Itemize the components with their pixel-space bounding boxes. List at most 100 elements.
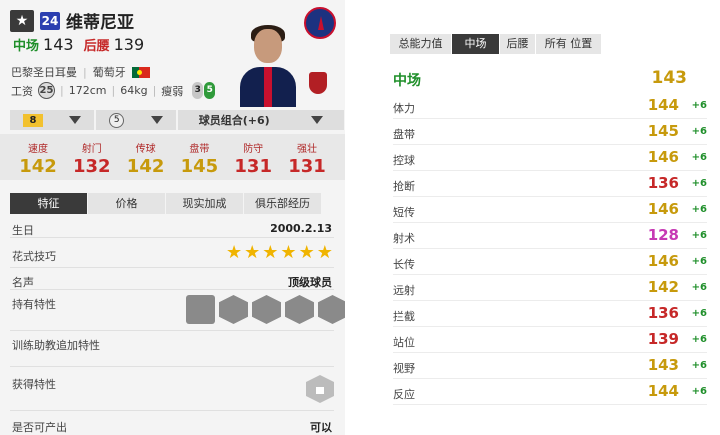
trait-flair-icon[interactable] bbox=[186, 295, 215, 324]
attribute-row: 抢断 136 +6 bbox=[393, 171, 707, 197]
attribute-value: 128 bbox=[647, 226, 679, 244]
combo-dropdown[interactable]: 球员组合(+6) bbox=[178, 110, 344, 130]
attribute-name: 拦截 bbox=[393, 310, 415, 323]
skill-moves-label: 花式技巧 bbox=[12, 250, 56, 263]
divider bbox=[10, 289, 334, 290]
attribute-value: 145 bbox=[647, 122, 679, 140]
favorite-star-icon[interactable]: ★ bbox=[10, 9, 34, 32]
attribute-row: 视野 143 +6 bbox=[393, 353, 707, 379]
attribute-bonus: +6 bbox=[691, 386, 707, 397]
combo-label: 球员组合(+6) bbox=[198, 114, 270, 127]
attribute-bonus: +6 bbox=[691, 308, 707, 319]
team-level-badge: 5 bbox=[109, 112, 125, 128]
attribute-value: 146 bbox=[647, 252, 679, 270]
level-dropdown[interactable]: 8 bbox=[10, 110, 94, 130]
attribute-value: 143 bbox=[647, 356, 679, 374]
stat-value: 145 bbox=[180, 156, 219, 177]
chevron-down-icon bbox=[150, 116, 163, 124]
attribute-bonus: +6 bbox=[691, 230, 707, 241]
attribute-row: 体力 144 +6 bbox=[393, 93, 707, 119]
trait-ball-icon[interactable] bbox=[318, 295, 347, 324]
position-ratings: 中场 143 后腰 139 bbox=[13, 35, 150, 54]
attribute-name: 远射 bbox=[393, 284, 415, 297]
stat-item: 射门 132 bbox=[68, 134, 116, 180]
attribute-row: 长传 146 +6 bbox=[393, 249, 707, 275]
stat-item: 盘带 145 bbox=[175, 134, 223, 180]
tab-price[interactable]: 价格 bbox=[88, 193, 166, 214]
tab-club-history[interactable]: 俱乐部经历 bbox=[244, 193, 322, 214]
stat-item: 防守 131 bbox=[229, 134, 277, 180]
detail-tabs: 特征 价格 现实加成 俱乐部经历 bbox=[10, 193, 322, 214]
attributes-panel: 总能力值 中场 后腰 所有 位置 中场 143 体力 144 +6 盘带 145 +6 控球… bbox=[345, 0, 720, 435]
trait-dribbler-icon[interactable] bbox=[252, 295, 281, 324]
position-tabs: 总能力值 中场 后腰 所有 位置 bbox=[390, 34, 602, 54]
stat-item: 强壮 131 bbox=[283, 134, 331, 180]
attribute-name: 控球 bbox=[393, 154, 415, 167]
stat-label: 防守 bbox=[243, 144, 264, 155]
attribute-name: 抢断 bbox=[393, 180, 415, 193]
physical-info-row: 工资 25 | 172cm | 64kg | 瘦弱 3 5 bbox=[11, 82, 216, 99]
tab-all-positions[interactable]: 所有 位置 bbox=[536, 34, 602, 54]
producible-label: 是否可产出 bbox=[12, 421, 67, 434]
salary-label: 工资 bbox=[11, 84, 33, 98]
stat-value: 131 bbox=[234, 156, 272, 177]
attribute-bonus: +6 bbox=[691, 152, 707, 163]
body-type: 瘦弱 bbox=[161, 84, 184, 98]
training-traits-label: 训练助教追加特性 bbox=[12, 339, 100, 352]
tab-midfield[interactable]: 中场 bbox=[452, 34, 500, 54]
stat-label: 速度 bbox=[28, 144, 48, 155]
attribute-value: 139 bbox=[647, 330, 679, 348]
tab-real-bonus[interactable]: 现实加成 bbox=[166, 193, 244, 214]
player-header: ★ 24 维蒂尼亚 bbox=[10, 8, 134, 33]
attribute-value: 146 bbox=[647, 148, 679, 166]
attribute-name: 站位 bbox=[393, 336, 415, 349]
club-nation-row: 巴黎圣日耳曼 | 葡萄牙 bbox=[11, 64, 150, 80]
divider: | bbox=[60, 84, 64, 97]
tab-dm[interactable]: 后腰 bbox=[500, 34, 536, 54]
star-icon: ★ bbox=[244, 242, 261, 263]
attribute-row: 拦截 136 +6 bbox=[393, 301, 707, 327]
attribute-bonus: +6 bbox=[691, 100, 707, 111]
nationality: 葡萄牙 bbox=[92, 66, 126, 79]
trait-playmaker-icon[interactable] bbox=[219, 295, 248, 324]
divider: | bbox=[83, 65, 87, 79]
player-photo bbox=[236, 23, 300, 107]
position-summary: 中场 143 bbox=[393, 68, 689, 90]
alt-position-label: 后腰 bbox=[83, 39, 110, 54]
fame-label: 名声 bbox=[12, 276, 34, 289]
stat-label: 强壮 bbox=[296, 144, 317, 155]
foot-rating: 3 5 bbox=[192, 82, 216, 99]
tab-traits[interactable]: 特征 bbox=[10, 193, 88, 214]
player-name: 维蒂尼亚 bbox=[66, 13, 134, 33]
player-info-panel: ★ 24 维蒂尼亚 中场 143 后腰 139 巴黎圣日耳曼 | 葡萄牙 工资 … bbox=[0, 0, 347, 435]
salary-value: 25 bbox=[38, 82, 55, 99]
club-name: 巴黎圣日耳曼 bbox=[11, 66, 77, 79]
team-level-dropdown[interactable]: 5 bbox=[96, 110, 176, 130]
star-icon: ★ bbox=[262, 242, 279, 263]
main-stats: 速度 142 射门 132 传球 142 盘带 145 防守 131 强壮 131 bbox=[0, 134, 345, 180]
attribute-row: 站位 139 +6 bbox=[393, 327, 707, 353]
attribute-value: 142 bbox=[647, 278, 679, 296]
divider bbox=[10, 267, 334, 268]
trait-link-icon[interactable] bbox=[285, 295, 314, 324]
main-position-rating: 143 bbox=[43, 35, 74, 54]
attribute-name: 视野 bbox=[393, 362, 415, 375]
attribute-row: 反应 144 +6 bbox=[393, 379, 707, 405]
divider bbox=[10, 330, 334, 331]
attribute-name: 体力 bbox=[393, 102, 415, 115]
producible-value: 可以 bbox=[310, 421, 332, 434]
acquired-traits-label: 获得特性 bbox=[12, 378, 56, 391]
stat-value: 132 bbox=[73, 156, 111, 177]
position-name: 中场 bbox=[393, 73, 421, 89]
season-badge: 24 bbox=[40, 11, 60, 30]
divider: | bbox=[152, 84, 157, 97]
attribute-value: 136 bbox=[647, 304, 679, 322]
right-foot-rating: 5 bbox=[204, 82, 216, 99]
attribute-row: 远射 142 +6 bbox=[393, 275, 707, 301]
national-team-crest-icon bbox=[309, 72, 327, 94]
attribute-value: 136 bbox=[647, 174, 679, 192]
stat-value: 131 bbox=[288, 156, 326, 177]
tab-overall[interactable]: 总能力值 bbox=[390, 34, 452, 54]
position-rating: 143 bbox=[651, 68, 688, 88]
skill-moves-stars: ★ ★ ★ ★ ★ ★ bbox=[226, 244, 333, 262]
